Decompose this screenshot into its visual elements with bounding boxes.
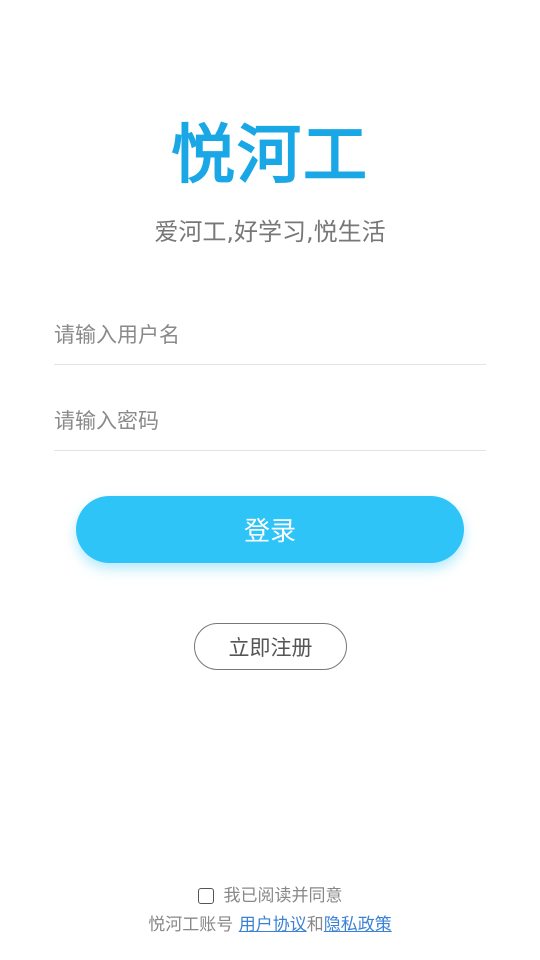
agreement-row: 我已阅读并同意	[0, 884, 540, 908]
password-input[interactable]	[54, 392, 486, 451]
agreement-checkbox[interactable]	[197, 888, 214, 904]
app-slogan: 爱河工,好学习,悦生活	[154, 218, 386, 246]
app-title: 悦河工	[171, 119, 369, 193]
terms-and: 和	[306, 915, 324, 935]
agreement-text: 我已阅读并同意	[223, 886, 343, 906]
login-button[interactable]: 登录	[76, 496, 464, 563]
username-input[interactable]	[54, 306, 486, 365]
user-agreement-link[interactable]: 用户协议	[239, 915, 307, 935]
register-button[interactable]: 立即注册	[194, 623, 347, 670]
privacy-policy-link[interactable]: 隐私政策	[324, 915, 392, 935]
terms-row: 悦河工账号 用户协议和隐私政策	[0, 913, 540, 937]
terms-prefix: 悦河工账号	[148, 915, 234, 935]
